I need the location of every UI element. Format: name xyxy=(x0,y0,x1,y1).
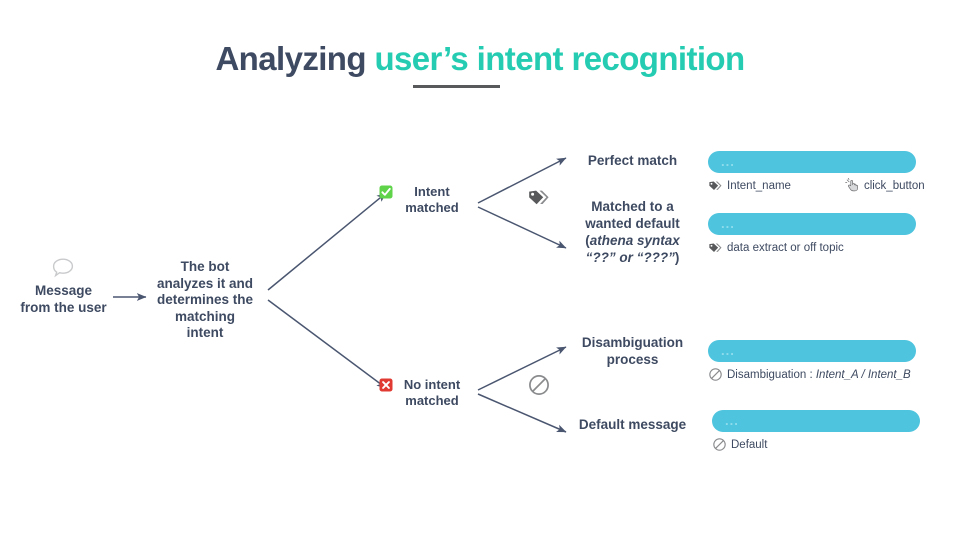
node-intent-matched-line1: Intent xyxy=(414,184,450,199)
meta-item-disambiguation: Disambiguation : Intent_A / Intent_B xyxy=(708,367,911,382)
response-bar-wanted-default[interactable]: ... xyxy=(708,213,916,235)
tag-icon xyxy=(709,181,722,190)
page-title: Analyzing user’s intent recognition xyxy=(0,38,960,80)
meta-item-click-button: click_button xyxy=(845,178,925,193)
meta-text-disambiguation-intents: Intent_A / Intent_B xyxy=(815,368,911,381)
meta-text-intent-name: Intent_name xyxy=(727,179,791,192)
bar-placeholder-perfect-match: ... xyxy=(721,154,735,169)
bar-placeholder-default-message: ... xyxy=(725,413,739,428)
prohibited-icon xyxy=(713,438,726,451)
outcome-default-message-line1: Default message xyxy=(578,417,687,432)
meta-text-disambiguation: Disambiguation : Intent_A / Intent_B xyxy=(727,368,911,382)
outcome-wanted-default-line2: wanted default xyxy=(585,216,680,231)
click-hand-icon xyxy=(845,178,858,192)
bar-placeholder-wanted-default: ... xyxy=(721,216,735,231)
meta-text-default: Default xyxy=(731,438,768,451)
node-message-from-user: Message from the user xyxy=(6,283,121,316)
outcome-default-message: Default message xyxy=(560,416,705,433)
wanted-default-tokens: “??” or “???” xyxy=(585,250,675,265)
outcome-disambiguation-line2: process xyxy=(606,352,659,367)
meta-text-disambiguation-prefix: Disambiguation : xyxy=(727,368,816,381)
flow-connectors xyxy=(113,157,567,433)
outcome-wanted-default-line1: Matched to a xyxy=(591,199,674,214)
node-message-line1: Message xyxy=(34,283,93,298)
outcome-perfect-match-line1: Perfect match xyxy=(587,153,678,168)
node-bot-analyzes: The bot analyzes it and determines the m… xyxy=(150,259,260,342)
arrow-process-to-no-intent xyxy=(267,299,387,389)
prohibited-icon xyxy=(529,375,549,395)
card-meta-wanted-default: data extract or off topic xyxy=(708,240,916,255)
meta-item-intent-name: Intent_name xyxy=(708,178,791,193)
arrow-process-to-intent-matched xyxy=(267,192,387,291)
card-wanted-default: ... data extract or off topic xyxy=(708,213,916,255)
outcome-wanted-default: Matched to a wanted default (athena synt… xyxy=(560,198,705,266)
arrow-intent-to-perfect-match xyxy=(477,157,567,204)
card-perfect-match: ... Intent_name click_button xyxy=(708,151,925,193)
speech-bubble-icon xyxy=(52,258,74,278)
node-no-intent-line2: matched xyxy=(405,393,459,408)
arrow-intent-to-wanted-default xyxy=(477,206,567,249)
tag-icon xyxy=(709,243,722,252)
card-default-message: ... Default xyxy=(712,410,920,452)
node-bot-line5: intent xyxy=(186,325,224,340)
node-bot-line2: analyzes it and xyxy=(156,275,254,291)
outcome-disambiguation-process: Disambiguation process xyxy=(560,334,705,368)
arrow-no-intent-to-default-message xyxy=(477,393,567,433)
meta-item-default: Default xyxy=(712,437,767,452)
card-meta-disambiguation: Disambiguation : Intent_A / Intent_B xyxy=(708,367,916,382)
bar-placeholder-disambiguation: ... xyxy=(721,343,735,358)
tag-icon xyxy=(529,190,549,205)
node-bot-line4: matching xyxy=(174,308,235,324)
outcome-wanted-default-line4: “??” or “???”) xyxy=(560,249,705,266)
card-meta-perfect-match: Intent_name click_button xyxy=(708,178,925,193)
check-mark-button-icon xyxy=(379,185,393,199)
outcome-disambiguation-line1: Disambiguation xyxy=(581,335,684,350)
slide-canvas: Analyzing user’s intent recognition Mess… xyxy=(0,0,960,540)
node-no-intent-matched: No intent matched xyxy=(379,377,474,409)
outcome-wanted-default-line3: (athena syntax xyxy=(560,232,705,249)
node-bot-line1: The bot xyxy=(180,259,230,274)
node-message-line2: from the user xyxy=(20,299,107,315)
cross-mark-button-icon xyxy=(379,378,393,392)
card-meta-default-message: Default xyxy=(712,437,920,452)
prohibited-icon xyxy=(709,368,722,381)
outcome-perfect-match: Perfect match xyxy=(560,152,705,169)
meta-item-data-extract: data extract or off topic xyxy=(708,240,844,255)
card-disambiguation: ... Disambiguation : Intent_A / Intent_B xyxy=(708,340,916,382)
node-intent-matched: Intent matched xyxy=(379,184,474,216)
response-bar-disambiguation[interactable]: ... xyxy=(708,340,916,362)
wanted-default-syntax: athena syntax xyxy=(589,233,680,248)
meta-text-click-button: click_button xyxy=(863,179,925,192)
node-no-intent-line1: No intent xyxy=(403,377,461,392)
node-bot-line3: determines the xyxy=(156,292,254,307)
title-underline xyxy=(413,85,500,88)
page-title-part-dark: Analyzing xyxy=(215,40,366,77)
response-bar-default-message[interactable]: ... xyxy=(712,410,920,432)
arrow-no-intent-to-disambiguation xyxy=(477,346,567,391)
wanted-default-paren-close: ) xyxy=(674,250,680,265)
node-intent-matched-line2: matched xyxy=(405,200,459,215)
meta-text-data-extract: data extract or off topic xyxy=(727,241,844,254)
response-bar-perfect-match[interactable]: ... xyxy=(708,151,916,173)
page-title-part-teal: user’s intent recognition xyxy=(374,40,745,77)
